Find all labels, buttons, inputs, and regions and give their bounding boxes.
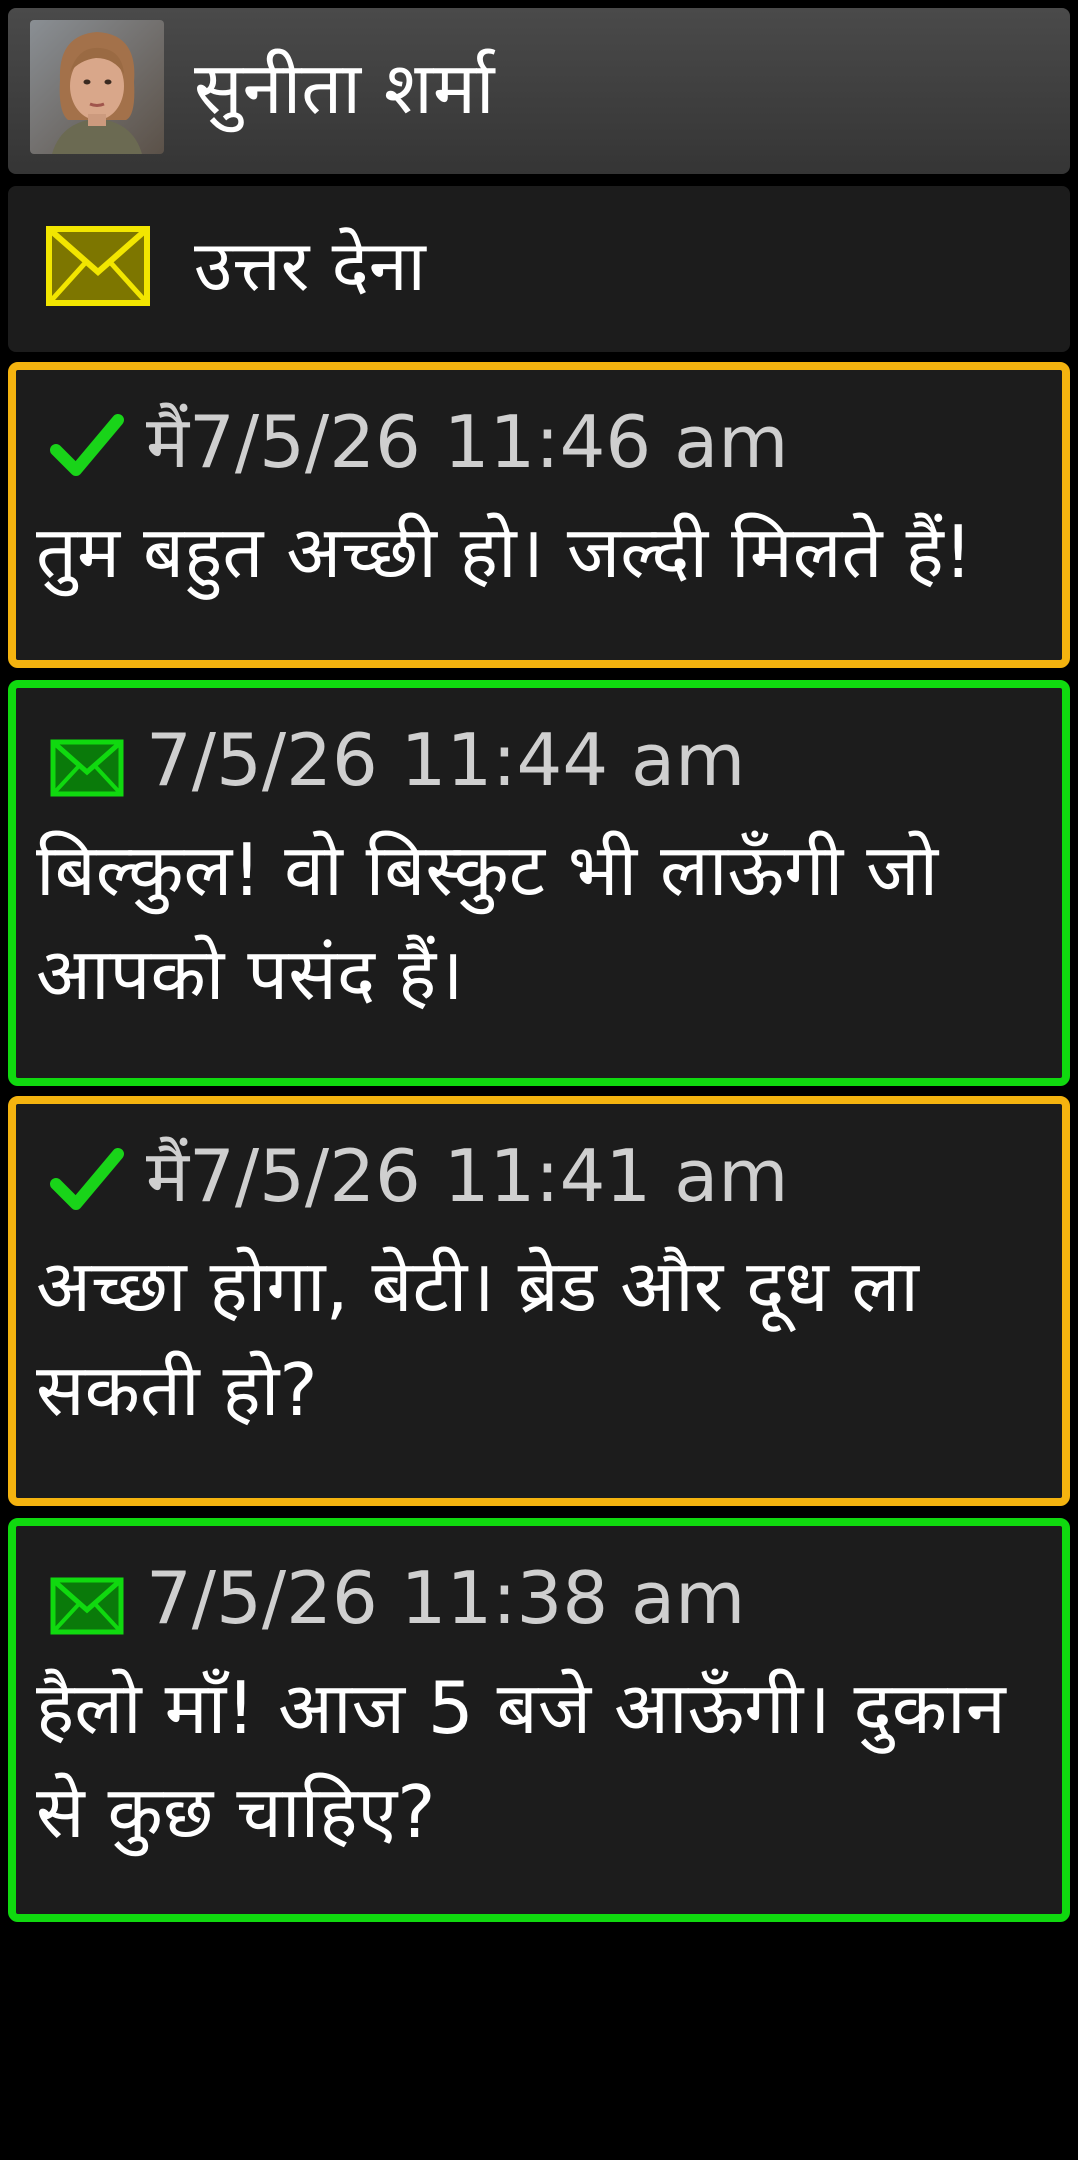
message-timestamp: मैं7/5/26 11:41 am [146, 1134, 789, 1218]
contact-avatar[interactable] [30, 20, 164, 154]
message-text: हैलो माँ! आज 5 बजे आऊँगी। दुकान से कुछ च… [36, 1666, 1006, 1854]
envelope-icon [46, 226, 150, 306]
check-icon [50, 1148, 124, 1210]
message-text: बिल्कुल! वो बिस्कुट भी लाऊँगी जो आपको पस… [36, 828, 939, 1016]
message-item[interactable]: मैं7/5/26 11:46 am तुम बहुत अच्छी हो। जल… [8, 362, 1070, 668]
message-item[interactable]: मैं7/5/26 11:41 am अच्छा होगा, बेटी। ब्र… [8, 1096, 1070, 1506]
message-timestamp: 7/5/26 11:38 am [146, 1556, 746, 1640]
message-text: तुम बहुत अच्छी हो। जल्दी मिलते हैं! [36, 510, 973, 594]
avatar-photo-icon [30, 20, 164, 154]
conversation-screen: सुनीता शर्मा उत्तर देना मैं7/5/26 11:46 … [0, 0, 1078, 2160]
message-text: अच्छा होगा, बेटी। ब्रेड और दूध ला सकती ह… [36, 1244, 919, 1432]
envelope-icon [50, 1577, 124, 1635]
message-item[interactable]: 7/5/26 11:44 am बिल्कुल! वो बिस्कुट भी ल… [8, 680, 1070, 1086]
message-timestamp: मैं7/5/26 11:46 am [146, 400, 789, 484]
contact-name: सुनीता शर्मा [194, 46, 495, 130]
contact-header: सुनीता शर्मा [8, 8, 1070, 174]
message-item[interactable]: 7/5/26 11:38 am हैलो माँ! आज 5 बजे आऊँगी… [8, 1518, 1070, 1922]
reply-label: उत्तर देना [194, 225, 426, 307]
check-icon [50, 414, 124, 476]
reply-button[interactable]: उत्तर देना [8, 186, 1070, 352]
envelope-icon [50, 739, 124, 797]
message-timestamp: 7/5/26 11:44 am [146, 718, 746, 802]
